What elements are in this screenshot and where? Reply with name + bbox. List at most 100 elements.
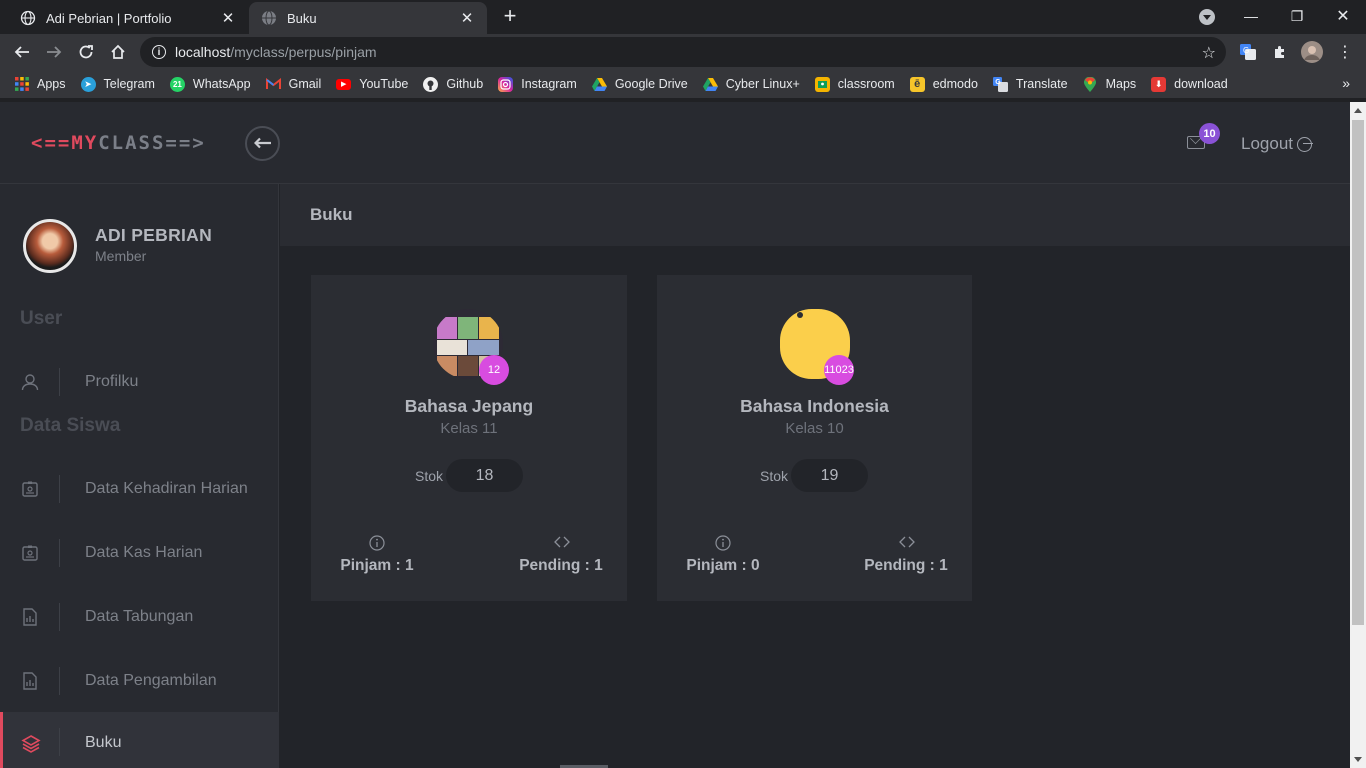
- bookmark-maps[interactable]: Maps: [1083, 76, 1137, 92]
- stock-label: Stok: [415, 468, 444, 484]
- google-translate-extension-icon[interactable]: G: [1237, 41, 1259, 63]
- bookmark-apps[interactable]: Apps: [14, 77, 66, 92]
- pending-count: Pending : 1: [519, 557, 603, 574]
- avatar[interactable]: [23, 219, 77, 273]
- tab-search-icon[interactable]: [1199, 9, 1215, 25]
- divider: [59, 475, 60, 503]
- page-header: Buku: [280, 184, 1350, 246]
- divider: [59, 368, 60, 396]
- close-tab-icon[interactable]: ✕: [220, 9, 236, 27]
- scroll-down-icon[interactable]: [1354, 757, 1362, 762]
- logout-button[interactable]: Logout: [1241, 134, 1313, 154]
- tab-title: Adi Pebrian | Portfolio: [46, 10, 172, 26]
- bookmark-youtube[interactable]: ▶ YouTube: [336, 77, 408, 91]
- bookmark-label: Cyber Linux+: [725, 77, 800, 91]
- bookmark-label: Telegram: [103, 77, 155, 91]
- bookmark-instagram[interactable]: Instagram: [498, 76, 577, 92]
- home-icon[interactable]: [105, 39, 131, 65]
- pending-stat[interactable]: Pending : 1: [517, 535, 605, 575]
- bookmark-telegram[interactable]: ➤ Telegram: [80, 76, 155, 92]
- pending-stat[interactable]: Pending : 1: [862, 535, 950, 575]
- bookmark-label: WhatsApp: [192, 77, 251, 91]
- site-info-icon[interactable]: i: [152, 45, 166, 59]
- address-bar[interactable]: i localhost/myclass/perpus/pinjam ☆: [140, 37, 1226, 67]
- sidebar-toggle-button[interactable]: [245, 126, 280, 161]
- bookmark-gmail[interactable]: Gmail: [265, 77, 321, 92]
- sidebar-item-profilku[interactable]: Profilku: [0, 352, 279, 412]
- edmodo-icon: ē: [909, 76, 925, 92]
- sidebar-item-data-pengambilan[interactable]: Data Pengambilan: [0, 651, 279, 711]
- bookmark-classroom[interactable]: classroom: [814, 76, 895, 92]
- borrow-stat[interactable]: Pinjam : 1: [339, 535, 415, 575]
- sidebar-item-label: Data Kas Harian: [85, 544, 203, 561]
- classroom-icon: [814, 76, 830, 92]
- bookmark-cyber-linux[interactable]: Cyber Linux+: [702, 77, 800, 92]
- bookmark-download[interactable]: ⬇ download: [1151, 76, 1228, 92]
- bookmark-google-drive[interactable]: Google Drive: [591, 77, 688, 92]
- scrollbar-thumb[interactable]: [1352, 120, 1364, 625]
- reload-icon[interactable]: [73, 39, 99, 65]
- vertical-scrollbar[interactable]: [1350, 102, 1366, 768]
- scroll-up-icon[interactable]: [1354, 108, 1362, 113]
- book-card[interactable]: 11023 Bahasa Indonesia Kelas 10 Stok 19 …: [657, 275, 972, 601]
- more-bookmarks-icon[interactable]: »: [1342, 75, 1350, 91]
- book-count-badge: 12: [479, 355, 509, 385]
- bookmark-label: Maps: [1105, 77, 1137, 91]
- sidebar-item-label: Profilku: [85, 373, 139, 390]
- info-icon: [715, 535, 731, 551]
- bookmark-github[interactable]: Github: [423, 76, 484, 92]
- minimize-icon[interactable]: —: [1228, 0, 1274, 32]
- close-tab-icon[interactable]: ✕: [459, 9, 475, 27]
- id-card-icon: [21, 544, 39, 562]
- sidebar-item-buku[interactable]: Buku: [0, 712, 279, 768]
- telegram-icon: ➤: [80, 76, 96, 92]
- url-path: /myclass/perpus/pinjam: [230, 44, 377, 60]
- sidebar-item-data-tabungan[interactable]: Data Tabungan: [0, 587, 279, 647]
- bookmark-whatsapp[interactable]: 21 WhatsApp: [169, 76, 251, 92]
- bookmark-label: Github: [446, 77, 484, 91]
- divider: [59, 667, 60, 695]
- back-icon[interactable]: [9, 39, 35, 65]
- browser-menu-icon[interactable]: ⋮: [1334, 41, 1356, 63]
- section-user: User: [20, 308, 63, 329]
- bookmark-label: edmodo: [932, 77, 978, 91]
- browser-tab-portfolio[interactable]: Adi Pebrian | Portfolio ✕: [8, 2, 248, 34]
- divider: [59, 728, 60, 756]
- pending-count: Pending : 1: [864, 557, 948, 574]
- code-arrows-icon: [553, 535, 570, 551]
- new-tab-button[interactable]: +: [498, 5, 522, 29]
- brand-logo-left: <==MY: [31, 132, 99, 154]
- sidebar-item-data-kehadiran-harian[interactable]: Data Kehadiran Harian: [0, 459, 279, 519]
- bookmark-label: Translate: [1015, 77, 1068, 91]
- user-name: ADI PEBRIAN: [95, 225, 213, 245]
- code-arrows-icon: [898, 535, 915, 551]
- sidebar-item-data-kas-harian[interactable]: Data Kas Harian: [0, 523, 279, 583]
- instagram-icon: [498, 76, 514, 92]
- restore-icon[interactable]: ❐: [1274, 0, 1320, 32]
- book-class: Kelas 10: [785, 420, 844, 437]
- page-title: Buku: [310, 205, 353, 224]
- close-window-icon[interactable]: ✕: [1320, 0, 1366, 32]
- browser-tab-buku[interactable]: Buku ✕: [249, 2, 487, 34]
- book-count-badge: 11023: [824, 355, 854, 385]
- bookmark-edmodo[interactable]: ē edmodo: [909, 76, 978, 92]
- borrow-stat[interactable]: Pinjam : 0: [684, 535, 762, 575]
- bookmark-translate[interactable]: G Translate: [992, 76, 1068, 92]
- google-drive-icon: [591, 77, 607, 92]
- stock-label: Stok: [760, 468, 789, 484]
- extensions-puzzle-icon[interactable]: [1269, 41, 1291, 63]
- sidebar: ADI PEBRIAN Member User Profilku Data Si…: [0, 184, 279, 768]
- user-icon: [21, 373, 39, 391]
- profile-avatar[interactable]: [1301, 41, 1323, 63]
- app-header: <==MYCLASS==> 10 Logout: [0, 102, 1350, 184]
- bookmark-label: YouTube: [359, 77, 409, 91]
- brand-logo[interactable]: <==MYCLASS==>: [31, 132, 206, 154]
- sidebar-item-label: Data Kehadiran Harian: [85, 480, 248, 497]
- forward-icon[interactable]: [41, 39, 67, 65]
- svg-text:G: G: [995, 79, 1001, 86]
- divider: [59, 603, 60, 631]
- bookmark-star-icon[interactable]: ☆: [1202, 43, 1216, 63]
- divider: [59, 539, 60, 567]
- mail-count-badge: 10: [1199, 123, 1220, 144]
- book-card[interactable]: 12 Bahasa Jepang Kelas 11 Stok 18 Pinjam…: [311, 275, 627, 601]
